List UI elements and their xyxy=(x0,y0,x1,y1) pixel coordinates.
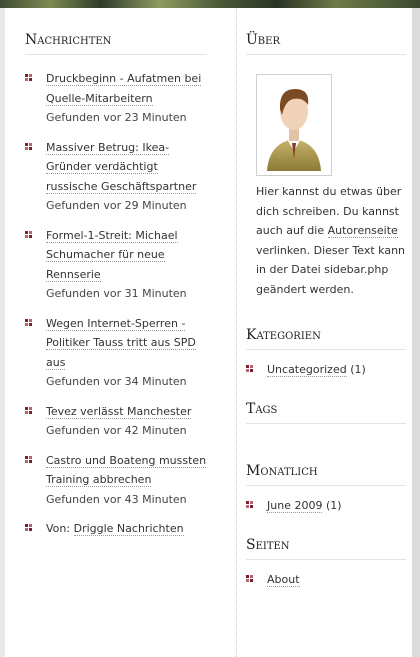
about-widget-title: Über xyxy=(246,32,406,55)
news-item: Formel-1-Streit: Michael Schumacher für … xyxy=(25,226,207,304)
news-item: Wegen Internet-Sperren - Politiker Tauss… xyxy=(25,314,207,392)
right-frame xyxy=(412,8,420,657)
avatar xyxy=(256,74,332,176)
news-sidebar: Nachrichten Druckbeginn - Aufatmen bei Q… xyxy=(25,8,207,549)
news-link[interactable]: Wegen Internet-Sperren - Politiker Tauss… xyxy=(46,316,196,370)
news-found-time: Gefunden vor 23 Minuten xyxy=(46,111,187,124)
news-found-time: Gefunden vor 34 Minuten xyxy=(46,375,187,388)
page-link[interactable]: About xyxy=(267,573,300,587)
bullet-icon xyxy=(246,365,253,372)
news-found-time: Gefunden vor 31 Minuten xyxy=(46,287,187,300)
news-item: Druckbeginn - Aufatmen bei Quelle-Mitarb… xyxy=(25,69,207,128)
bullet-icon xyxy=(25,406,32,414)
month-link[interactable]: June 2009 xyxy=(267,499,323,513)
news-link[interactable]: Castro und Boateng mussten Training abbr… xyxy=(46,453,207,487)
month-item: June 2009 (1) xyxy=(246,496,406,515)
news-found-time: Gefunden vor 43 Minuten xyxy=(46,492,187,506)
right-sidebar: Über Hier kannst du etwas über dich schr… xyxy=(246,8,406,589)
news-widget-title: Nachrichten xyxy=(25,8,207,55)
news-item: Massiver Betrug: Ikea-Gründer verdächtig… xyxy=(25,138,207,216)
categories-widget-title: Kategorien xyxy=(246,327,406,350)
news-link[interactable]: Massiver Betrug: Ikea-Gründer verdächtig… xyxy=(46,140,197,194)
column-divider xyxy=(236,8,237,657)
author-page-link[interactable]: Autorenseite xyxy=(327,224,398,238)
monthly-list: June 2009 (1) xyxy=(246,486,406,515)
news-link[interactable]: Druckbeginn - Aufatmen bei Quelle-Mitarb… xyxy=(46,72,202,106)
header-image-strip xyxy=(0,0,420,8)
news-item: Castro und Boateng mussten Training abbr… xyxy=(25,451,207,510)
page-item: About xyxy=(246,570,406,589)
pages-widget-title: Seiten xyxy=(246,537,406,560)
bullet-icon xyxy=(25,230,32,238)
left-frame xyxy=(0,8,5,657)
bullet-icon xyxy=(25,318,32,326)
news-source-prefix: Von: xyxy=(46,522,71,535)
bullet-icon xyxy=(246,501,253,508)
category-count: (1) xyxy=(350,363,366,376)
bullet-icon xyxy=(25,74,32,81)
bullet-icon xyxy=(25,142,32,150)
news-found-time: Gefunden vor 29 Minuten xyxy=(46,199,187,212)
news-list: Druckbeginn - Aufatmen bei Quelle-Mitarb… xyxy=(25,55,207,539)
news-source-link[interactable]: Driggle Nachrichten xyxy=(73,522,184,536)
categories-list: Uncategorized (1) xyxy=(246,350,406,379)
bullet-icon xyxy=(25,524,32,531)
about-text: Hier kannst du etwas über dich schreiben… xyxy=(246,182,406,299)
tags-widget-title: Tags xyxy=(246,401,406,424)
about-block: Hier kannst du etwas über dich schreiben… xyxy=(246,55,406,299)
news-item: Tevez verlässt Manchester Gefunden vor 4… xyxy=(25,402,207,441)
category-link[interactable]: Uncategorized xyxy=(267,363,347,377)
about-text-part-2: verlinken. Dieser Text kann in der Datei… xyxy=(256,243,406,296)
pages-list: About xyxy=(246,560,406,589)
news-found-time: Gefunden vor 42 Minuten xyxy=(46,424,187,437)
bullet-icon xyxy=(25,455,32,463)
bullet-icon xyxy=(246,575,253,582)
news-link[interactable]: Tevez verlässt Manchester xyxy=(46,404,192,419)
news-link[interactable]: Formel-1-Streit: Michael Schumacher für … xyxy=(46,228,178,282)
month-count: (1) xyxy=(325,499,342,512)
monthly-widget-title: Monatlich xyxy=(246,463,406,486)
category-item: Uncategorized (1) xyxy=(246,360,406,379)
news-source-item: Von: Driggle Nachrichten xyxy=(25,519,207,539)
